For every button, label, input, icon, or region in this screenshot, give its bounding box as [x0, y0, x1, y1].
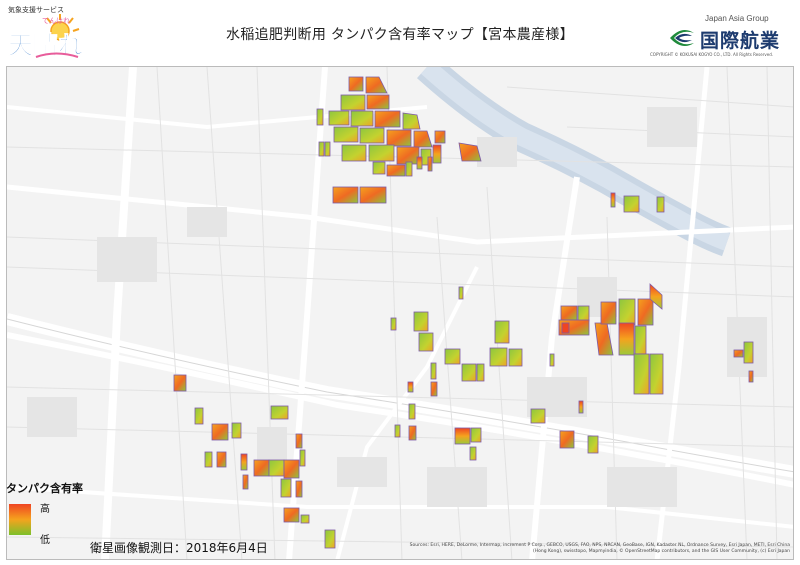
legend-high-label: 高: [40, 504, 50, 515]
legend-title: タンパク含有率: [6, 482, 83, 495]
tenhare-logo: てんはれ 天晴れ: [6, 14, 84, 62]
kokusai-kogyo-logo-icon: [668, 27, 696, 49]
map-panel[interactable]: [6, 66, 794, 560]
observation-date: 衛星画像観測日：2018年6月4日: [90, 541, 268, 555]
legend: タンパク含有率 高 低: [6, 480, 96, 550]
base-map: [7, 67, 793, 559]
brand-logo-caption: てんはれ: [42, 17, 70, 25]
copyright: COPYRIGHT © KOKUSAI KOGYO CO., LTD. All …: [650, 52, 774, 57]
legend-color-ramp: [9, 504, 31, 535]
company-name: 国際航業: [700, 30, 781, 52]
header: 気象支援サービス てんはれ 天晴れ 水稲追肥判断用 タンパク含有率マップ【宮本農…: [0, 0, 800, 66]
legend-low-label: 低: [40, 535, 50, 546]
page-title: 水稲追肥判断用 タンパク含有率マップ【宮本農産様】: [226, 27, 574, 43]
company-group: Japan Asia Group: [705, 14, 769, 23]
map-attribution: Sources: Esri, HERE, DeLorme, Intermap, …: [409, 543, 790, 554]
